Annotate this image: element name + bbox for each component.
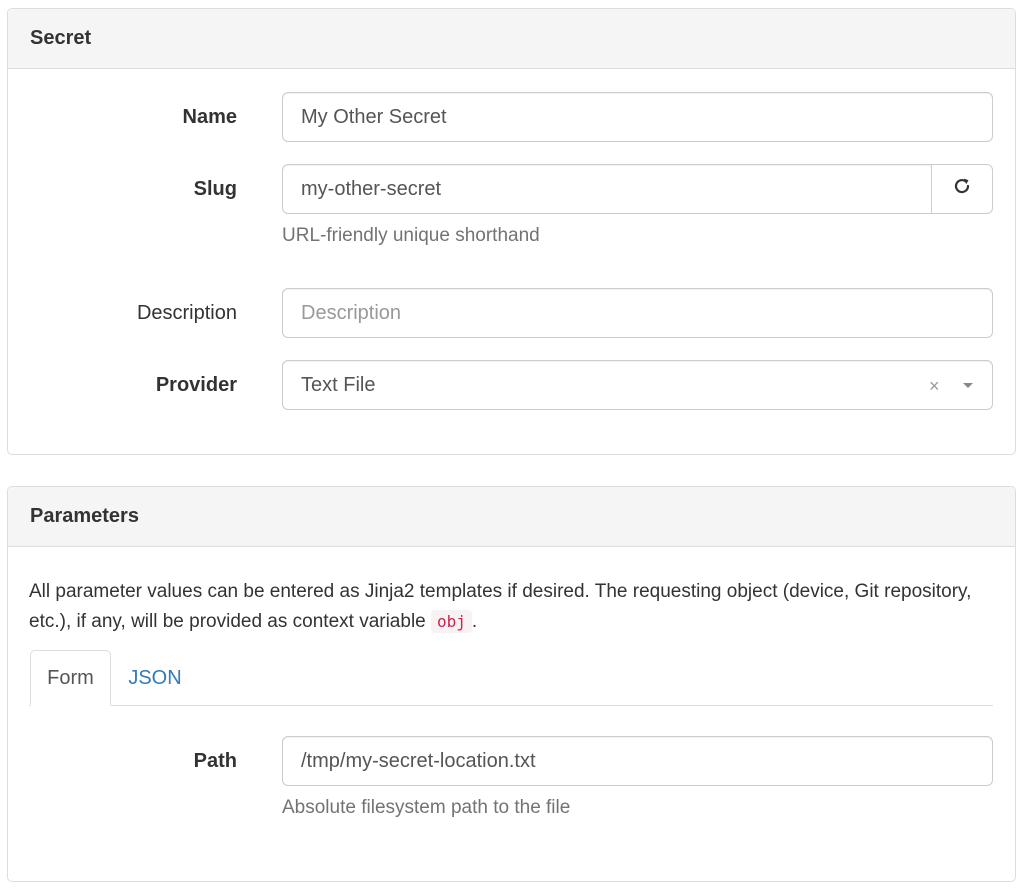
context-variable-code: obj (431, 610, 472, 633)
parameters-panel: Parameters All parameter values can be e… (7, 486, 1016, 882)
slug-label: Slug (193, 178, 237, 200)
secret-panel: Secret Name My Other Secret Slug my-othe… (7, 8, 1016, 455)
slug-help-text: URL-friendly unique shorthand (282, 225, 540, 246)
parameters-intro: All parameter values can be entered as J… (29, 577, 989, 637)
provider-selected-value: Text File (301, 373, 376, 396)
tab-form[interactable]: Form (30, 650, 111, 706)
path-label: Path (193, 750, 237, 772)
chevron-down-icon[interactable] (963, 383, 973, 388)
description-input[interactable]: Description (282, 288, 993, 338)
secret-panel-title: Secret (8, 9, 1015, 69)
description-label: Description (136, 302, 237, 324)
tab-json[interactable]: JSON (114, 650, 196, 706)
provider-label: Provider (155, 374, 237, 396)
regenerate-slug-button[interactable] (931, 164, 993, 214)
name-input[interactable]: My Other Secret (282, 92, 993, 142)
refresh-icon (952, 176, 972, 202)
path-help-text: Absolute filesystem path to the file (282, 797, 571, 818)
parameters-intro-text: All parameter values can be entered as J… (29, 581, 972, 632)
slug-input[interactable]: my-other-secret (282, 164, 932, 214)
path-input[interactable]: /tmp/my-secret-location.txt (282, 736, 993, 786)
parameters-intro-end: . (471, 611, 478, 632)
provider-select[interactable]: Text File (282, 360, 993, 410)
parameters-panel-title: Parameters (8, 487, 1015, 547)
clear-selection-icon[interactable]: × (929, 377, 940, 395)
name-label: Name (182, 106, 237, 128)
